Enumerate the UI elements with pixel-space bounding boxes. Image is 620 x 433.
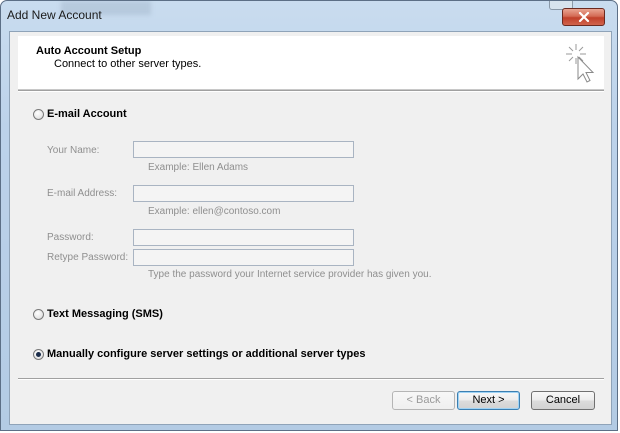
email-account-option[interactable]: E-mail Account — [33, 108, 127, 120]
text-messaging-option[interactable]: Text Messaging (SMS) — [33, 308, 163, 320]
your-name-field[interactable] — [133, 141, 354, 158]
email-address-label: E-mail Address: — [47, 188, 118, 199]
email-account-label: E-mail Account — [47, 108, 127, 120]
dialog-client-area: Auto Account Setup Connect to other serv… — [9, 31, 612, 425]
wizard-sparkle-cursor-icon — [566, 44, 595, 83]
header-title: Auto Account Setup — [36, 45, 142, 57]
text-messaging-radio[interactable] — [33, 308, 44, 320]
dialog-window: Add New Account Auto Account Setup Conne… — [0, 0, 618, 431]
text-messaging-label: Text Messaging (SMS) — [47, 308, 163, 320]
email-account-radio[interactable] — [33, 108, 44, 120]
retype-password-label: Retype Password: — [47, 252, 129, 263]
password-field[interactable] — [133, 229, 354, 246]
header-divider — [18, 90, 604, 92]
email-address-field[interactable] — [133, 185, 354, 202]
footer-divider — [18, 378, 604, 380]
password-hint: Type the password your Internet service … — [148, 269, 432, 280]
manual-config-label: Manually configure server settings or ad… — [47, 348, 366, 360]
retype-password-field[interactable] — [133, 249, 354, 266]
manual-config-option[interactable]: Manually configure server settings or ad… — [33, 348, 366, 360]
next-button[interactable]: Next > — [457, 391, 520, 410]
header-subtitle: Connect to other server types. — [54, 58, 202, 70]
back-button[interactable]: < Back — [392, 391, 455, 410]
email-address-hint: Example: ellen@contoso.com — [148, 206, 281, 217]
manual-config-radio[interactable] — [33, 348, 44, 360]
window-title: Add New Account — [7, 8, 102, 22]
close-button[interactable] — [562, 8, 605, 26]
your-name-hint: Example: Ellen Adams — [148, 162, 249, 173]
close-x-icon — [578, 12, 590, 22]
wizard-header: Auto Account Setup Connect to other serv… — [18, 36, 604, 90]
your-name-label: Your Name: — [47, 145, 100, 156]
cancel-button[interactable]: Cancel — [531, 391, 595, 410]
password-label: Password: — [47, 232, 94, 243]
